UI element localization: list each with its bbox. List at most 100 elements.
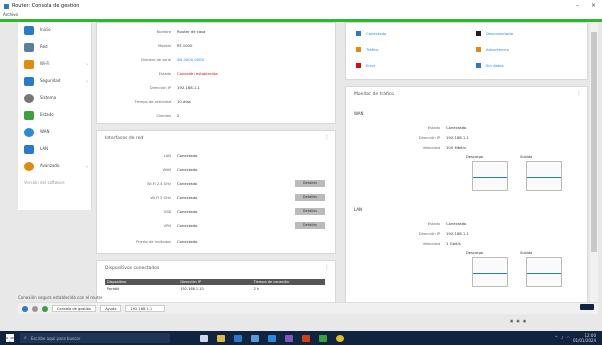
legend-label: Tráfico — [366, 47, 379, 52]
traffic-chart: Subida — [518, 251, 562, 291]
extension-icon[interactable] — [580, 304, 594, 310]
status-bar: Conexión segura establecida con el route… — [18, 295, 103, 300]
sidebar-item[interactable]: WAN — [18, 124, 91, 141]
sidebar-item[interactable]: LAN — [18, 141, 91, 158]
task-view-icon[interactable] — [200, 334, 208, 342]
sidebar-item[interactable]: Estado — [18, 107, 91, 124]
chart-area — [472, 161, 508, 191]
collapse-icon[interactable]: ⋮ — [576, 90, 582, 97]
taskbar-clock[interactable]: 12:00 01/01/2024 — [573, 333, 596, 343]
scrollbar[interactable] — [590, 22, 598, 312]
store-icon[interactable] — [251, 334, 259, 342]
table-row[interactable]: Portátil 192.168.1.10 2 h — [105, 286, 325, 292]
collapse-icon[interactable]: ⋮ — [324, 134, 330, 141]
iface-value: Conectado — [177, 239, 198, 244]
iface-row: WAN Conectado — [97, 167, 197, 172]
search-icon: ⌕ — [24, 335, 27, 341]
taskbar-search[interactable]: ⌕ Escribe aquí para buscar — [20, 333, 170, 343]
lan-icon — [24, 145, 34, 154]
monitor-card: Monitor de tráfico ⋮ WAN Estado Conectado… — [345, 86, 588, 314]
minimize-icon[interactable]: – — [576, 2, 579, 9]
taskbar-apps — [200, 334, 344, 342]
explorer-icon[interactable] — [217, 334, 225, 342]
chevron-up-icon[interactable]: ^ — [555, 335, 558, 340]
close-icon[interactable]: × — [591, 2, 596, 9]
chrome-icon[interactable] — [336, 334, 344, 342]
table-cell: Portátil — [107, 287, 120, 291]
windows-start-icon[interactable] — [6, 334, 14, 342]
menu-item-file[interactable]: Archivo — [3, 12, 18, 17]
column-header[interactable]: Dirección IP — [178, 279, 251, 285]
chevron-right-icon: › — [86, 78, 88, 85]
info-label: Nombre — [156, 29, 171, 34]
refresh-icon[interactable] — [42, 305, 48, 312]
media-app-icon[interactable] — [319, 334, 327, 342]
scrollbar-thumb[interactable] — [591, 32, 597, 252]
details-button[interactable]: Detalles — [295, 180, 325, 187]
status-alert: Conexión establecida — [177, 71, 218, 76]
sidebar-item[interactable]: Sistema — [18, 90, 91, 107]
info-value: RT-1000 — [177, 43, 193, 48]
traffic-chart: Descarga — [464, 251, 508, 291]
wifi-tray-icon[interactable]: ◠ — [567, 335, 571, 340]
tray-icon[interactable]: ▣ — [516, 319, 519, 323]
system-tray: ^ ♪ ◠ — [555, 335, 570, 340]
legend-swatch — [476, 63, 481, 68]
browser-app-icon[interactable] — [302, 334, 310, 342]
sidebar-item-label: WAN — [40, 129, 50, 135]
monitor-row: Dirección IP 192.168.1.1 — [366, 231, 469, 236]
info-row: Número de serie SN 0000 0000 — [97, 57, 204, 62]
info-label: Tiempo de actividad — [134, 99, 171, 104]
chart-line — [473, 273, 507, 274]
browser-tab[interactable]: Consola de gestión — [52, 305, 97, 312]
info-value: 10 días — [177, 99, 191, 104]
wifi-icon — [24, 60, 34, 69]
details-button[interactable]: Detalles — [295, 208, 325, 215]
sidebar-item-label: Avanzado — [40, 163, 60, 169]
info-row: Estado Conexión establecida — [97, 71, 218, 76]
collapse-icon[interactable]: ⋮ — [324, 264, 330, 271]
address-field[interactable]: 192.168.1.1 — [125, 305, 166, 312]
home-icon — [24, 26, 34, 35]
forward-icon[interactable] — [32, 305, 38, 312]
chart-line — [527, 177, 561, 178]
advanced-icon — [24, 162, 34, 171]
legend-swatch — [356, 63, 361, 68]
monitor-label: Dirección IP — [418, 231, 440, 236]
sidebar-item-label: Wi-Fi — [40, 61, 50, 67]
monitor-label: Velocidad — [422, 241, 440, 246]
legend-label: Sin datos — [486, 63, 504, 68]
sidebar-item[interactable]: Inicio — [18, 22, 91, 39]
details-button[interactable]: Detalles — [295, 194, 325, 201]
network-app-icon[interactable] — [285, 334, 293, 342]
iface-label: Wi-Fi 2,4 GHz — [147, 181, 171, 186]
sidebar-item-label: Red — [40, 44, 48, 50]
column-header[interactable]: Tiempo de conexión — [252, 279, 325, 285]
shield-app-icon[interactable] — [268, 334, 276, 342]
legend-label: Conectado — [366, 31, 387, 36]
info-label: Dirección IP — [149, 85, 171, 90]
info-label: Estado — [158, 71, 171, 76]
column-header[interactable]: Dispositivo — [105, 279, 178, 285]
sidebar-item[interactable]: Wi-Fi › — [18, 56, 91, 73]
monitor-row: Estado Conectado — [366, 125, 467, 130]
status-icon — [24, 111, 34, 120]
interfaces-card: Interfaces de red ⋮ LAN Conectado WAN Cone… — [96, 130, 336, 254]
sidebar-item[interactable]: Seguridad › — [18, 73, 91, 90]
sidebar-item[interactable]: Red — [18, 39, 91, 56]
back-icon[interactable] — [22, 305, 28, 312]
mail-icon[interactable] — [234, 334, 242, 342]
iface-value: Conectado — [177, 209, 198, 214]
iface-row: LAN Conectado — [97, 153, 198, 158]
sidebar-item-label: Sistema — [40, 95, 57, 101]
browser-tab[interactable]: Ayuda — [100, 305, 122, 312]
sidebar-item-label: Estado — [40, 112, 54, 118]
details-button[interactable]: Detalles — [295, 222, 325, 229]
monitor-label: Estado — [427, 125, 440, 130]
section-title: WAN — [354, 111, 364, 116]
tray-icon[interactable]: ▣ — [523, 319, 526, 323]
info-row: Dirección IP 192.168.1.1 — [97, 85, 200, 90]
volume-icon[interactable]: ♪ — [561, 335, 564, 340]
sidebar-item[interactable]: Avanzado › — [18, 158, 91, 175]
tray-icon[interactable]: ▣ — [510, 319, 513, 323]
